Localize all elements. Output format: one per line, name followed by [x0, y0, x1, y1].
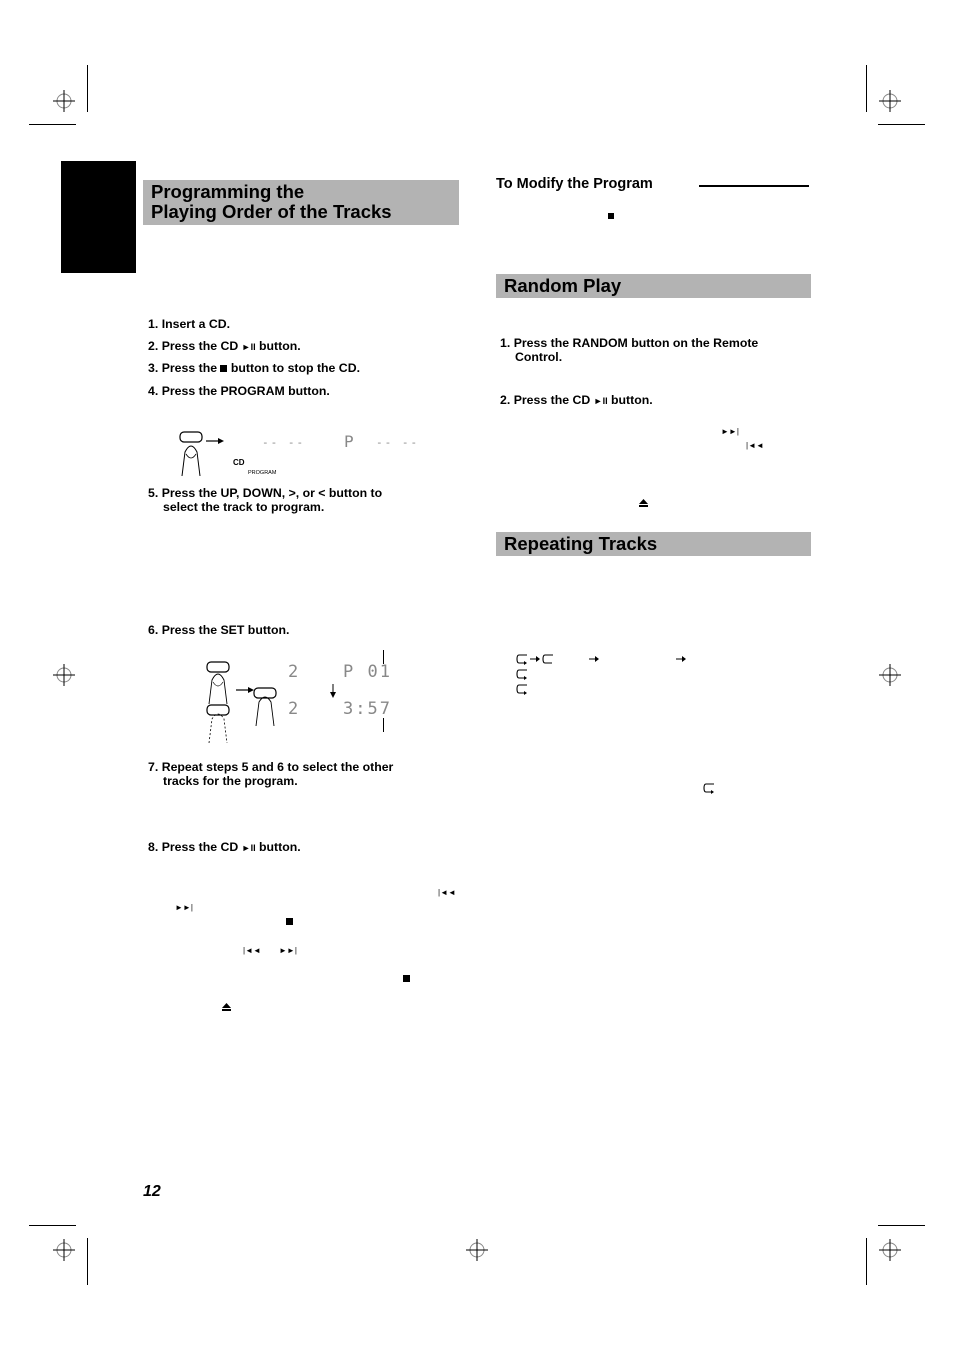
random-step-2: 2. Press the CD ►II button. [500, 393, 653, 407]
crop-mark [878, 124, 925, 125]
prev-track-icon: |◄◄ [438, 888, 456, 897]
section-title-random: Random Play [496, 274, 811, 298]
display-top: P 01 [343, 662, 392, 682]
page-number: 12 [143, 1183, 161, 1200]
play-pause-icon: ►II [593, 396, 608, 406]
next-track-icon: ►►| [279, 946, 297, 955]
finger-press-icon [179, 431, 203, 477]
step-6: 6. Press the SET button. [148, 623, 290, 637]
repeat-icon [516, 684, 527, 695]
finger-release-icon [206, 704, 230, 744]
step-4: 4. Press the PROGRAM button. [148, 384, 330, 398]
crop-mark [87, 65, 88, 112]
play-pause-icon: ►II [241, 843, 256, 853]
registration-mark-icon [466, 1239, 488, 1261]
arrow-right-icon [676, 656, 686, 662]
step-7: 7. Repeat steps 5 and 6 to select the ot… [148, 760, 394, 788]
crop-mark [866, 1238, 867, 1285]
language-tab [61, 161, 136, 273]
display-program-prefix: P [344, 432, 356, 451]
random-step-1: 1. Press the RANDOM button on the Remote… [500, 336, 759, 364]
registration-mark-icon [879, 664, 901, 686]
repeat-mode-diagram [516, 654, 696, 699]
section-title-line2: Playing Order of the Tracks [151, 201, 392, 222]
arrow-right-icon [530, 656, 540, 662]
figure-set: 2 P 01 2 3:57 [200, 648, 420, 744]
arrow-right-icon [589, 656, 599, 662]
crop-mark [29, 1225, 76, 1226]
repeat-icon [516, 654, 527, 665]
eject-icon [222, 1003, 231, 1011]
next-track-icon: ►►| [175, 903, 193, 912]
display-after: -- -- [376, 436, 420, 449]
eject-icon [639, 499, 648, 507]
finger-press-icon [206, 661, 230, 705]
registration-mark-icon [879, 1239, 901, 1261]
program-label: PROGRAM [248, 470, 277, 476]
modify-program-heading: To Modify the Program [496, 176, 653, 192]
step-1: 1. Insert a CD. [148, 317, 231, 331]
prev-track-icon: |◄◄ [243, 946, 261, 955]
play-pause-icon: ►II [241, 342, 256, 352]
stop-icon [608, 212, 614, 222]
section-title-line1: Programming the [151, 181, 305, 202]
section-title-repeat: Repeating Tracks [496, 532, 811, 556]
crop-mark [878, 1225, 925, 1226]
track-number-top: 2 [288, 662, 301, 682]
figure-program: -- -- P -- -- CD PROGRAM [170, 430, 420, 480]
registration-mark-icon [879, 90, 901, 112]
pointer-line [383, 718, 384, 732]
stop-icon [403, 975, 410, 985]
crop-mark [866, 65, 867, 112]
prev-track-icon: |◄◄ [746, 441, 764, 450]
step-3: 3. Press the button to stop the CD. [148, 361, 360, 375]
cd-label: CD [233, 458, 245, 467]
track-number-bottom: 2 [288, 699, 301, 719]
crop-mark [29, 124, 76, 125]
arrow-right-icon [206, 438, 224, 444]
repeat-icon [703, 783, 714, 794]
next-track-icon: ►►| [721, 427, 739, 436]
display-bottom: 3:57 [343, 699, 392, 719]
repeat-icon [516, 669, 527, 680]
repeat-icon [542, 654, 553, 664]
section-title-programming: Programming the Playing Order of the Tra… [143, 180, 459, 225]
step-2: 2. Press the CD ►II button. [148, 339, 301, 353]
step-5: 5. Press the UP, DOWN, >, or < button to… [148, 486, 383, 514]
finger-press-icon [253, 687, 277, 727]
registration-mark-icon [53, 1239, 75, 1261]
step-8: 8. Press the CD ►II button. [148, 840, 301, 854]
arrow-down-icon [330, 684, 336, 698]
crop-mark [87, 1238, 88, 1285]
heading-rule [699, 185, 809, 187]
stop-icon [286, 918, 293, 928]
registration-mark-icon [53, 90, 75, 112]
registration-mark-icon [53, 664, 75, 686]
pointer-line [383, 650, 384, 664]
display-before: -- -- [262, 436, 306, 449]
